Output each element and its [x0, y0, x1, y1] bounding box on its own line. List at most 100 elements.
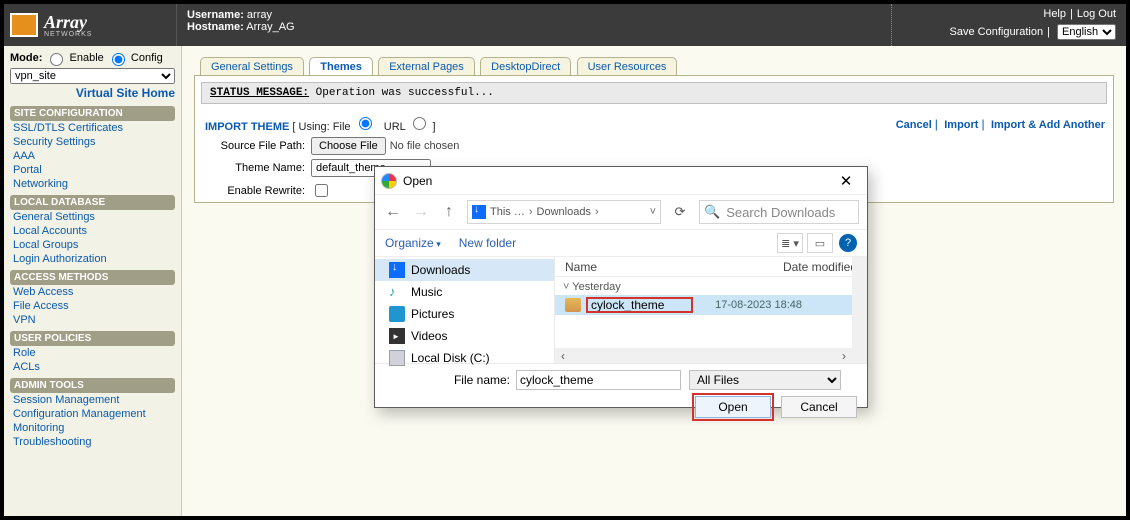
- enable-rewrite-checkbox[interactable]: [315, 184, 328, 197]
- help-icon[interactable]: ?: [839, 234, 857, 252]
- nav-config-mgmt[interactable]: Configuration Management: [10, 407, 175, 421]
- logout-link[interactable]: Log Out: [1077, 8, 1116, 20]
- nav-local-groups[interactable]: Local Groups: [10, 238, 175, 252]
- downloads-icon: [389, 262, 405, 278]
- site-select[interactable]: vpn_site: [10, 68, 175, 84]
- tab-themes[interactable]: Themes: [309, 57, 373, 76]
- mode-label: Mode:: [10, 52, 42, 64]
- tab-desktopdirect[interactable]: DesktopDirect: [480, 57, 571, 76]
- crumb-downloads[interactable]: Downloads: [537, 206, 591, 218]
- theme-name-label: Theme Name:: [205, 162, 305, 174]
- src-path-label: Source File Path:: [205, 140, 305, 152]
- enable-rewrite-label: Enable Rewrite:: [205, 185, 305, 197]
- mode-config[interactable]: Config: [107, 52, 163, 64]
- nav-local-general[interactable]: General Settings: [10, 210, 175, 224]
- local-db-head: LOCAL DATABASE: [10, 195, 175, 210]
- top-info: Username: array Hostname: Array_AG: [176, 4, 891, 46]
- tab-external-pages[interactable]: External Pages: [378, 57, 475, 76]
- scrollbar-horizontal[interactable]: ‹›: [555, 348, 852, 363]
- crumb-root[interactable]: This …: [490, 206, 525, 218]
- file-row-cylock[interactable]: cylock_theme 17-08-2023 18:48: [555, 295, 867, 315]
- import-actions: Cancel| Import| Import & Add Another: [896, 117, 1105, 131]
- choose-file-button[interactable]: Choose File: [311, 137, 386, 155]
- search-input[interactable]: 🔍 Search Downloads: [699, 200, 859, 224]
- dialog-titlebar: Open ✕: [375, 167, 867, 195]
- nav-back-icon[interactable]: ←: [383, 202, 403, 222]
- logo-subtext: NETWORKS: [44, 31, 92, 38]
- nav-web-access[interactable]: Web Access: [10, 285, 175, 299]
- nav-aaa[interactable]: AAA: [10, 149, 175, 163]
- language-select[interactable]: English: [1057, 24, 1116, 40]
- place-local-disk[interactable]: Local Disk (C:): [375, 347, 554, 369]
- using-url[interactable]: URL: [384, 121, 430, 133]
- organize-menu[interactable]: Organize: [385, 236, 441, 250]
- nav-security[interactable]: Security Settings: [10, 135, 175, 149]
- place-videos[interactable]: Videos: [375, 325, 554, 347]
- save-config-link[interactable]: Save Configuration: [950, 26, 1044, 38]
- refresh-icon[interactable]: ⟳: [669, 204, 691, 220]
- nav-up-icon[interactable]: ↑: [439, 202, 459, 222]
- cancel-button[interactable]: Cancel: [781, 396, 857, 418]
- place-pictures[interactable]: Pictures: [375, 303, 554, 325]
- col-date[interactable]: Date modified: [747, 260, 857, 274]
- view-details-icon[interactable]: ▭: [807, 233, 833, 253]
- tabs: General Settings Themes External Pages D…: [194, 56, 1114, 75]
- group-yesterday[interactable]: Yesterday: [555, 277, 867, 295]
- mode-enable[interactable]: Enable: [45, 52, 103, 64]
- nav-portal[interactable]: Portal: [10, 163, 175, 177]
- file-date: 17-08-2023 18:48: [692, 299, 802, 311]
- status-text: Operation was successful...: [316, 87, 494, 99]
- status-message: STATUS MESSAGE: Operation was successful…: [201, 82, 1107, 104]
- file-type-filter[interactable]: All Files: [689, 370, 841, 390]
- using-file[interactable]: File: [333, 121, 375, 133]
- action-import-add[interactable]: Import & Add Another: [991, 119, 1105, 131]
- sidebar: Mode: Enable Config vpn_site Virtual Sit…: [4, 46, 182, 516]
- downloads-icon: [472, 205, 486, 219]
- nav-session-mgmt[interactable]: Session Management: [10, 393, 175, 407]
- filename-label: File name:: [385, 373, 510, 387]
- search-icon: 🔍: [704, 204, 720, 220]
- nav-vpn[interactable]: VPN: [10, 313, 175, 327]
- nav-monitoring[interactable]: Monitoring: [10, 421, 175, 435]
- view-list-icon[interactable]: ≣ ▾: [777, 233, 803, 253]
- files-panel: Name Date modified Yesterday cylock_them…: [555, 257, 867, 363]
- nav-role[interactable]: Role: [10, 346, 175, 360]
- tab-user-resources[interactable]: User Resources: [577, 57, 678, 76]
- chevron-down-icon[interactable]: ˅: [650, 206, 656, 218]
- username-label: Username:: [187, 9, 244, 21]
- dialog-toolbar: Organize New folder ≣ ▾ ▭ ?: [375, 229, 867, 257]
- nav-forward-icon[interactable]: →: [411, 202, 431, 222]
- place-downloads[interactable]: Downloads: [375, 259, 554, 281]
- nav-networking[interactable]: Networking: [10, 177, 175, 191]
- place-music[interactable]: Music: [375, 281, 554, 303]
- action-import[interactable]: Import: [944, 119, 978, 131]
- nav-login-auth[interactable]: Login Authorization: [10, 252, 175, 266]
- close-icon[interactable]: ✕: [831, 172, 861, 190]
- chrome-icon: [381, 173, 397, 189]
- nav-acls[interactable]: ACLs: [10, 360, 175, 374]
- disk-icon: [389, 350, 405, 366]
- dialog-body: Downloads Music Pictures Videos Local Di…: [375, 257, 867, 363]
- virtual-site-home-link[interactable]: Virtual Site Home: [10, 86, 175, 100]
- nav-file-access[interactable]: File Access: [10, 299, 175, 313]
- import-theme-head: IMPORT THEME [ Using: File URL ]: [205, 114, 436, 133]
- new-folder-button[interactable]: New folder: [459, 236, 516, 250]
- tab-general-settings[interactable]: General Settings: [200, 57, 304, 76]
- policies-head: USER POLICIES: [10, 331, 175, 346]
- breadcrumb[interactable]: This …› Downloads› ˅: [467, 200, 661, 224]
- col-name[interactable]: Name: [565, 260, 747, 274]
- dialog-footer: File name: All Files Open Cancel: [375, 363, 867, 426]
- action-cancel[interactable]: Cancel: [896, 119, 932, 131]
- help-link[interactable]: Help: [1043, 8, 1066, 20]
- scrollbar-vertical[interactable]: [852, 257, 867, 363]
- files-header: Name Date modified: [555, 257, 867, 277]
- top-right: Help|Log Out Save Configuration| English: [891, 4, 1126, 46]
- nav-ssl[interactable]: SSL/DTLS Certificates: [10, 121, 175, 135]
- open-button[interactable]: Open: [695, 396, 771, 418]
- folder-icon: [565, 298, 581, 312]
- nav-local-accounts[interactable]: Local Accounts: [10, 224, 175, 238]
- filename-input[interactable]: [516, 370, 681, 390]
- nav-troubleshooting[interactable]: Troubleshooting: [10, 435, 175, 449]
- mode-row: Mode: Enable Config: [10, 50, 175, 66]
- username-value: array: [247, 9, 272, 21]
